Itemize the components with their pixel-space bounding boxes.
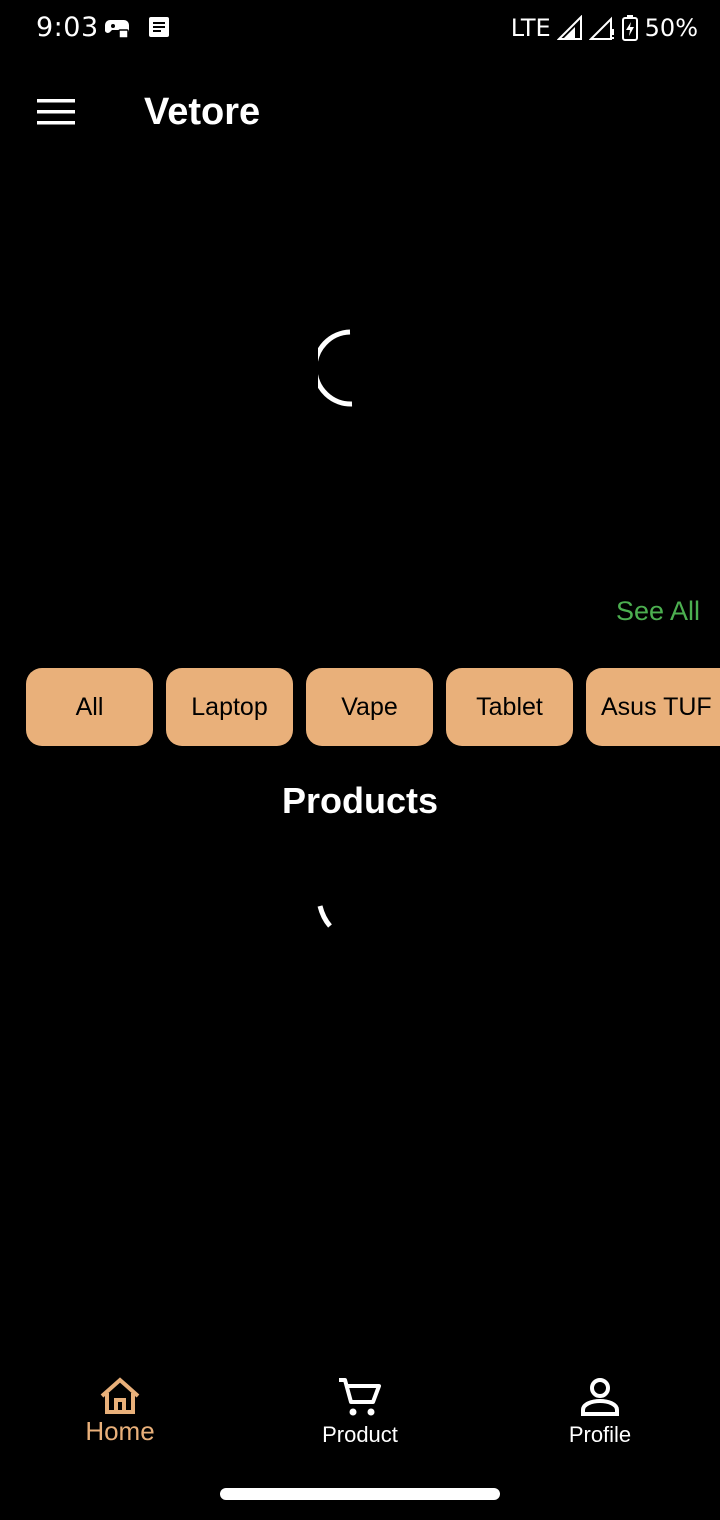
nav-item-product[interactable]: Product [240,1360,480,1470]
battery-percent: 50% [644,14,698,42]
category-chip-vape[interactable]: Vape [306,668,433,746]
category-chip-tablet[interactable]: Tablet [446,668,573,746]
products-loading-spinner [316,896,346,937]
nav-item-profile[interactable]: Profile [480,1360,720,1470]
app-title: Vetore [144,91,261,133]
person-icon [581,1378,619,1416]
signal-weak-icon [588,15,615,41]
game-controller-icon [104,14,130,40]
network-label: LTE [510,14,551,42]
battery-charging-icon [621,14,639,42]
cart-icon [339,1378,381,1416]
nav-label-home: Home [85,1416,155,1446]
category-chip-all[interactable]: All [26,668,153,746]
notes-icon [146,14,172,40]
category-chip-asus-tuf[interactable]: Asus TUF [586,668,720,746]
app-bar: Vetore [0,64,720,160]
see-all-link[interactable]: See All [616,596,700,627]
products-title: Products [281,780,439,821]
status-bar: 9:03 LTE 50% [0,0,720,56]
bottom-navigation: Home Product Profile [0,1360,720,1470]
hamburger-menu-icon [37,99,75,125]
nav-item-home[interactable]: Home [0,1360,240,1470]
home-indicator[interactable] [220,1488,500,1500]
banner-loading-spinner [312,328,398,413]
signal-icon [556,15,583,41]
nav-label-product: Product [322,1422,398,1447]
menu-button[interactable] [20,82,92,142]
nav-label-profile: Profile [568,1422,632,1447]
category-chip-laptop[interactable]: Laptop [166,668,293,746]
category-list: All Laptop Vape Tablet Asus TUF [26,668,720,748]
status-right-group: LTE 50% [511,12,698,44]
status-time: 9:03 [36,12,99,43]
home-icon [100,1377,140,1414]
